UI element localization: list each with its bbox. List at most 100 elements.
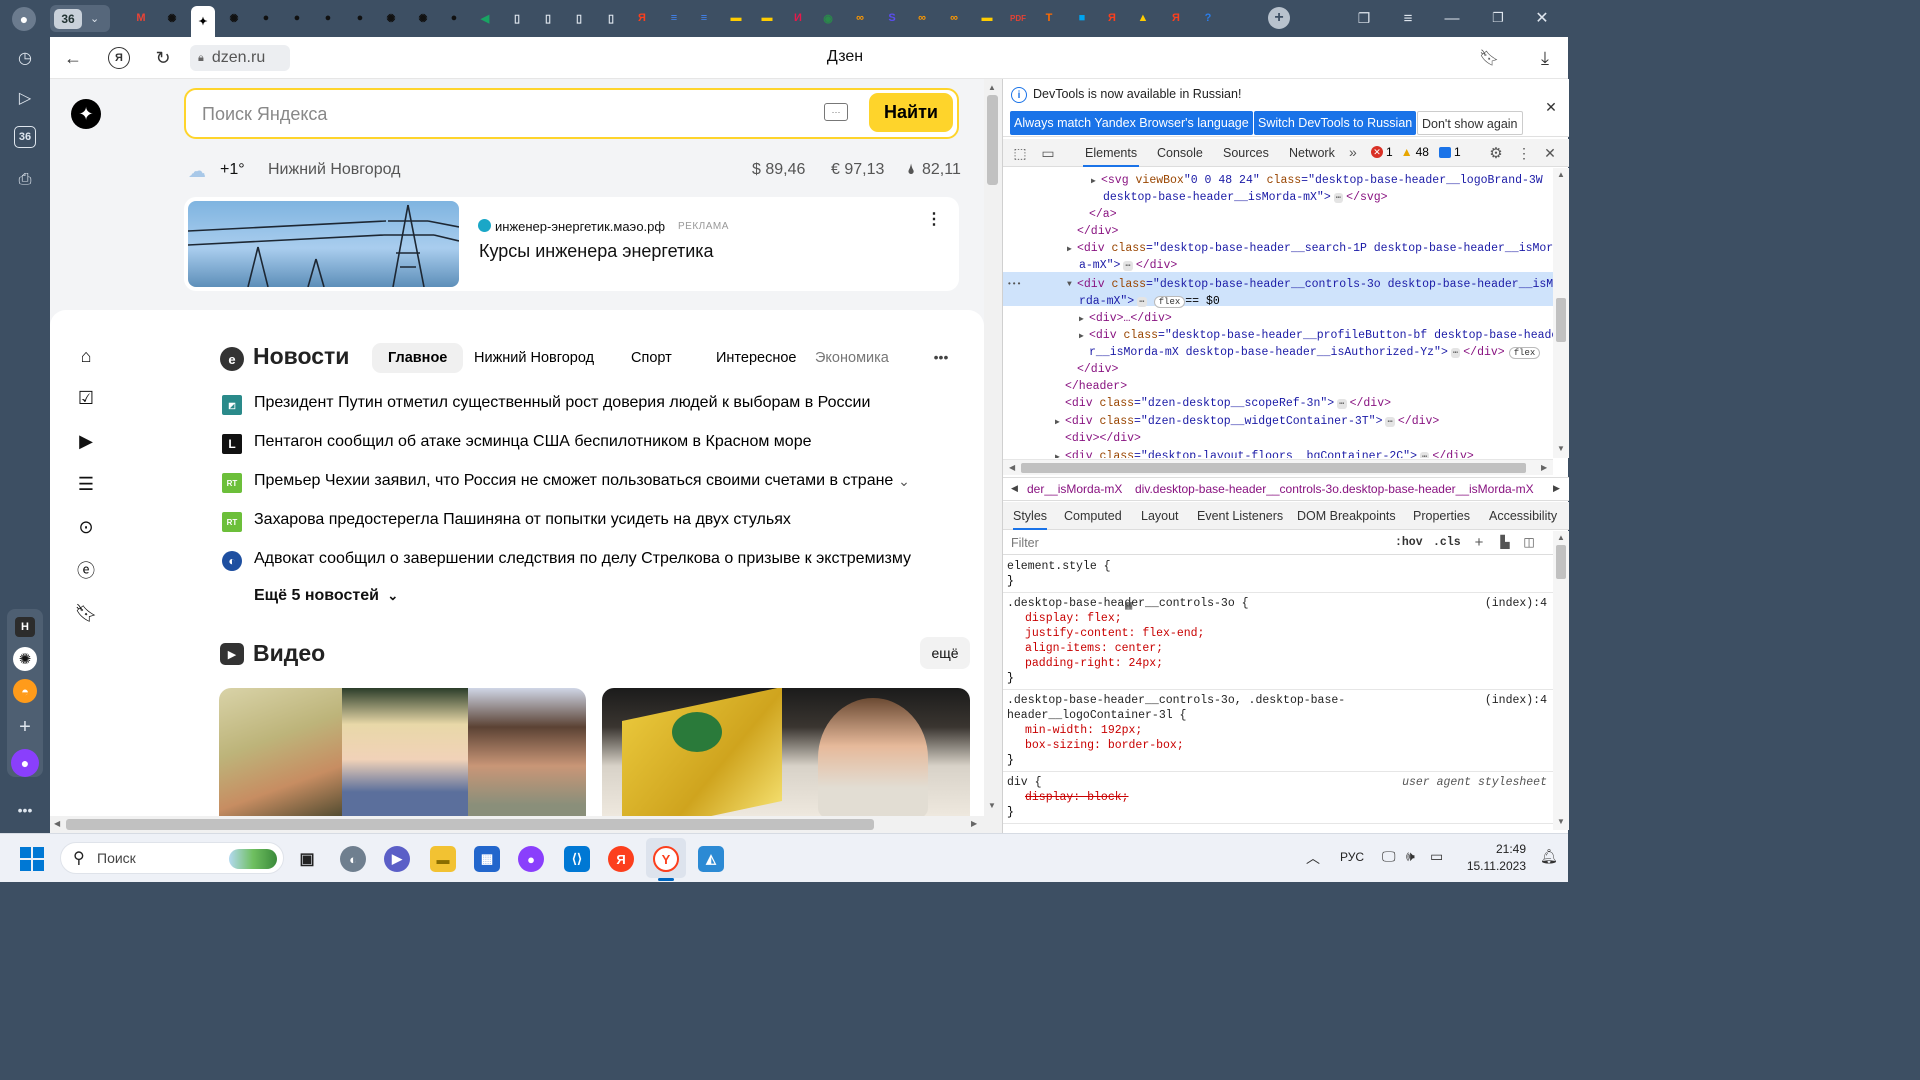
flex-badge[interactable]: flex: [1153, 296, 1186, 308]
help-tab[interactable]: ?: [1196, 6, 1220, 30]
styles-subtab-5[interactable]: Properties: [1413, 509, 1470, 523]
photos-icon[interactable]: ◭: [698, 846, 724, 872]
github-tab-1[interactable]: ●: [254, 6, 278, 30]
css-rule[interactable]: div {user agent stylesheet display: block…: [1003, 776, 1553, 821]
pdf-tab[interactable]: PDF: [1006, 6, 1030, 30]
flex-badge[interactable]: flex: [1508, 347, 1541, 359]
dom-node-line[interactable]: <div></div>: [1065, 432, 1141, 445]
dom-node-line[interactable]: ▶ <div class="desktop-base-header__search…: [1067, 242, 1553, 255]
purple-s-tab[interactable]: S: [880, 6, 904, 30]
ellipsis-badge[interactable]: ⋯: [1450, 348, 1461, 358]
vscode-icon[interactable]: ⟨⟩: [564, 846, 590, 872]
yellow-tab-2[interactable]: ▬: [755, 6, 779, 30]
windows-tab[interactable]: ■: [1070, 6, 1094, 30]
news-item[interactable]: ◐ Адвокат сообщил о завершении следствия …: [222, 550, 911, 572]
devtools-tab-network[interactable]: Network: [1289, 146, 1335, 160]
video-card-2[interactable]: [602, 688, 970, 818]
close-icon[interactable]: ✕: [1532, 8, 1552, 28]
styles-scroll-thumb[interactable]: [1556, 545, 1566, 579]
bookmark-icon[interactable]: 🔖︎: [1478, 47, 1500, 69]
github-tab-5[interactable]: ●: [442, 6, 466, 30]
city[interactable]: Нижний Новгород: [268, 161, 400, 179]
history-icon[interactable]: ◷: [12, 45, 38, 71]
edge-icon[interactable]: ◐: [340, 846, 366, 872]
yandex-tab-1[interactable]: Я: [630, 6, 654, 30]
yandex-tab-3[interactable]: Я: [1164, 6, 1188, 30]
breadcrumb-item-prev[interactable]: der__isMorda-mX: [1027, 482, 1122, 496]
chatgpt-tab-4[interactable]: ✺: [411, 6, 435, 30]
ad-menu-icon[interactable]: ⋮: [924, 209, 944, 229]
dom-node-line[interactable]: ▼ <div class="desktop-base-header__contro…: [1067, 278, 1553, 291]
breadcrumb-left-icon[interactable]: ◀: [1011, 483, 1018, 494]
minimize-icon[interactable]: —: [1442, 8, 1462, 28]
doc-tab-1[interactable]: ▯: [505, 6, 529, 30]
dom-hscroll-left-icon[interactable]: ◀: [1009, 463, 1015, 472]
breadcrumb-item-current[interactable]: div.desktop-base-header__controls-3o.des…: [1135, 482, 1534, 496]
news-tab-4[interactable]: Экономика: [815, 350, 889, 366]
expanded-arrow-icon[interactable]: ▼: [1067, 280, 1072, 289]
screenshot-icon[interactable]: ⎙: [12, 167, 38, 193]
home-icon[interactable]: ⌂: [74, 344, 98, 368]
hscroll-thumb[interactable]: [66, 819, 874, 830]
collections-icon[interactable]: ❐: [1354, 8, 1374, 28]
ellipsis-badge[interactable]: ⋯: [1137, 297, 1147, 307]
hscroll-left-icon[interactable]: ◀: [54, 819, 60, 828]
new-rule-icon[interactable]: +: [1471, 534, 1487, 551]
hov-button[interactable]: :hov: [1395, 536, 1423, 549]
dom-scroll-thumb[interactable]: [1556, 298, 1566, 342]
menu-icon[interactable]: ≡: [1398, 8, 1418, 28]
dzen-tab-active[interactable]: ✦: [191, 6, 215, 37]
dom-node-line[interactable]: ▶ <div class="desktop-base-header__profil…: [1079, 329, 1553, 342]
styles-scroll-up-icon[interactable]: ▲: [1557, 533, 1565, 542]
network-icon[interactable]: 🖵︎: [1382, 848, 1396, 865]
search-input[interactable]: Поиск Яндекса: [202, 104, 327, 125]
styles-subtab-4[interactable]: DOM Breakpoints: [1297, 509, 1396, 523]
news-tab-2[interactable]: Спорт: [631, 350, 672, 366]
add-app-icon[interactable]: +: [13, 715, 37, 739]
task-view-icon[interactable]: ▣: [294, 846, 320, 872]
search-button[interactable]: Найти: [869, 93, 953, 132]
inspect-element-icon[interactable]: ⬚: [1011, 144, 1029, 162]
yellow-tab-3[interactable]: ▬: [975, 6, 999, 30]
eur-rate[interactable]: € 97,13: [831, 161, 884, 179]
yandex-home-icon[interactable]: Я: [108, 47, 130, 69]
dom-node-line[interactable]: ▶ <div class="desktop-layout-floors__bgCo…: [1055, 450, 1474, 458]
expand-chevron-icon[interactable]: ⌄: [896, 473, 912, 489]
image-tab[interactable]: ▲: [1131, 6, 1155, 30]
mail-app-icon[interactable]: ◓: [13, 679, 37, 703]
chatgpt-app-icon[interactable]: ✺: [13, 647, 37, 671]
chatgpt-tab-2[interactable]: ✺: [222, 6, 246, 30]
styles-filter-input[interactable]: Filter: [1011, 536, 1039, 550]
yandex-browser-icon[interactable]: Y: [653, 846, 679, 872]
styles-subtab-2[interactable]: Layout: [1141, 509, 1179, 523]
news-more-icon[interactable]: •••: [930, 347, 952, 367]
css-rule[interactable]: .desktop-base-header__controls-3o, .desk…: [1003, 694, 1553, 769]
video-title[interactable]: Видео: [253, 640, 325, 667]
cls-button[interactable]: .cls: [1433, 536, 1461, 549]
zoom-icon[interactable]: ▶: [384, 846, 410, 872]
windows-start-icon[interactable]: [20, 847, 44, 871]
match-language-button[interactable]: Always match Yandex Browser's language: [1010, 111, 1253, 135]
github-tab-2[interactable]: ●: [285, 6, 309, 30]
video-card-1[interactable]: [219, 688, 586, 818]
profile-icon[interactable]: ●: [12, 7, 36, 31]
news-item[interactable]: RT Захарова предостерегла Пашиняна от поп…: [222, 511, 791, 533]
more-news-button[interactable]: Ещё 5 новостей ⌄: [254, 587, 398, 605]
page-horizontal-scrollbar[interactable]: ◀ ▶: [50, 816, 984, 833]
dom-node-line[interactable]: </a>: [1089, 208, 1117, 221]
infobar-close-icon[interactable]: ✕: [1543, 99, 1559, 115]
file-explorer-icon[interactable]: ▬: [430, 846, 456, 872]
infinity-tab-1[interactable]: ∞: [848, 6, 872, 30]
usd-rate[interactable]: $ 89,46: [752, 161, 805, 179]
more-tabs-icon[interactable]: »: [1349, 144, 1357, 160]
alice-taskbar-icon[interactable]: ●: [518, 846, 544, 872]
dont-show-again-button[interactable]: Don't show again: [1417, 111, 1523, 135]
tray-chevron-icon[interactable]: ︿: [1306, 848, 1320, 868]
collapsed-arrow-icon[interactable]: ▶: [1055, 417, 1060, 427]
chatgpt-tab-1[interactable]: ✺: [160, 6, 184, 30]
devtools-tab-elements[interactable]: Elements: [1083, 146, 1140, 167]
dom-scroll-down-icon[interactable]: ▼: [1557, 444, 1565, 453]
devtools-tab-console[interactable]: Console: [1157, 146, 1203, 160]
address-bar[interactable]: 🔒︎ dzen.ru: [190, 45, 290, 71]
dom-horizontal-scrollbar[interactable]: ◀ ▶: [1003, 459, 1553, 475]
